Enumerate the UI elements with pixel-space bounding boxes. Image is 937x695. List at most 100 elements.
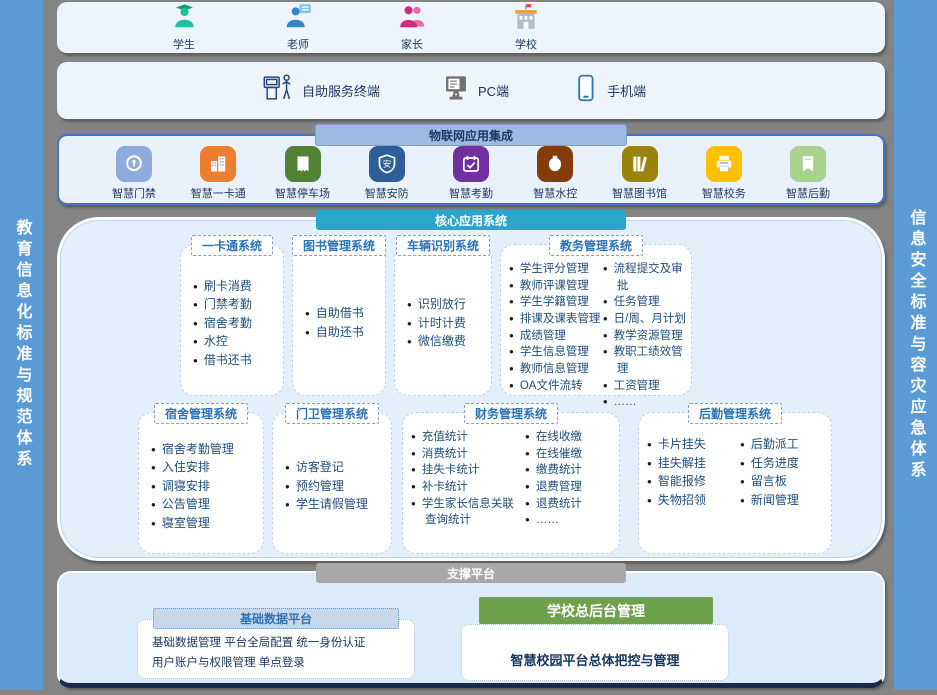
- iot-item-parking: 智慧停车场: [266, 146, 340, 201]
- system-card-title: 宿舍管理系统: [154, 403, 248, 424]
- printer-icon: [706, 146, 742, 182]
- system-card-title: 教务管理系统: [549, 235, 643, 256]
- list-item: 水控: [193, 332, 277, 351]
- user-role-label: 学校: [515, 36, 537, 52]
- list-item: 微信缴费: [407, 332, 485, 351]
- phone-icon: [571, 74, 599, 107]
- terminal-label: 手机端: [607, 81, 646, 100]
- iot-item-label: 智慧校务: [702, 185, 746, 201]
- list-item: 学生信息管理: [509, 344, 601, 361]
- list-item: 在线催缴: [525, 446, 613, 463]
- user-role-student: 学生: [153, 3, 215, 52]
- list-item: 工资管理: [603, 378, 689, 395]
- iot-item-label: 智慧停车场: [275, 185, 330, 201]
- list-item: OA文件流转: [509, 378, 601, 395]
- terminal-label: PC端: [478, 81, 509, 100]
- list-item: 自助还书: [305, 323, 379, 342]
- list-item: 计时计费: [407, 314, 485, 333]
- left-standard-label: 教育信息化标准与规范体系: [10, 219, 34, 471]
- system-item-list: 识别放行计时计费微信缴费: [407, 295, 485, 351]
- system-card-academic: 教务管理系统 学生评分管理教师评课管理学生学籍管理排课及课表管理成绩管理学生信息…: [500, 244, 692, 396]
- list-item: 退费统计: [525, 496, 613, 513]
- list-item: ……: [603, 394, 689, 411]
- user-roles-panel: 学生 老师: [57, 2, 885, 53]
- system-card-library: 图书管理系统 自助借书自助还书: [292, 244, 386, 396]
- user-role-label: 学生: [173, 36, 195, 52]
- list-item: 排课及课表管理: [509, 311, 601, 328]
- base-data-platform-lines: 基础数据管理 平台全局配置 统一身份认证用户账户与权限管理 单点登录: [138, 634, 414, 673]
- system-card-title: 车辆识别系统: [396, 235, 490, 256]
- list-item: 缴费统计: [525, 462, 613, 479]
- system-card-vehicle: 车辆识别系统 识别放行计时计费微信缴费: [394, 244, 492, 396]
- list-item: 门禁考勤: [193, 295, 277, 314]
- school-admin-body: 智慧校园平台总体把控与管理: [510, 636, 679, 669]
- iot-item-onecard: 智慧一卡通: [181, 146, 255, 201]
- user-role-label: 老师: [287, 36, 309, 52]
- list-item: 教师评课管理: [509, 278, 601, 295]
- kiosk-icon: [262, 73, 294, 108]
- iot-item-label: 智慧门禁: [112, 185, 156, 201]
- user-role-label: 家长: [401, 36, 423, 52]
- attendance-calendar-icon: [453, 146, 489, 182]
- user-role-teacher: 老师: [267, 3, 329, 52]
- list-item: 公告管理: [151, 495, 257, 514]
- iot-item-water: 智慧水控: [518, 146, 592, 201]
- list-item: 预约管理: [285, 477, 385, 496]
- list-item: 成绩管理: [509, 328, 601, 345]
- desktop-icon: [442, 74, 470, 107]
- base-data-platform-title: 基础数据平台: [153, 608, 399, 629]
- library-books-icon: [622, 146, 658, 182]
- iot-item-label: 智慧水控: [533, 185, 577, 201]
- left-standard-bar: 教育信息化标准与规范体系: [0, 0, 43, 690]
- iot-item-attendance: 智慧考勤: [434, 146, 508, 201]
- list-item: 卡片挂失: [647, 435, 738, 454]
- terminal-label: 自助服务终端: [302, 81, 380, 100]
- iot-item-security: 安 智慧安防: [350, 146, 424, 201]
- list-item: 学生学籍管理: [509, 294, 601, 311]
- list-item: 访客登记: [285, 458, 385, 477]
- iot-item-label: 智慧考勤: [449, 185, 493, 201]
- list-item: 教师信息管理: [509, 361, 601, 378]
- system-card-title: 后勤管理系统: [688, 403, 782, 424]
- right-standard-label: 信息安全标准与容灾应急体系: [904, 209, 928, 482]
- iot-item-label: 智慧后勤: [786, 185, 830, 201]
- list-item: 学生家长信息关联查询统计: [411, 496, 523, 529]
- list-item: 任务进度: [740, 454, 829, 473]
- system-card-title: 门卫管理系统: [285, 403, 379, 424]
- iot-integration-panel: 物联网应用集成 智慧门禁: [57, 134, 885, 205]
- list-item: 用户账户与权限管理 单点登录: [152, 654, 414, 674]
- school-icon: [511, 3, 541, 35]
- list-item: 在线收缴: [525, 429, 613, 446]
- student-icon: [171, 3, 198, 35]
- list-item: 补卡统计: [411, 479, 523, 496]
- system-item-list: 在线收缴在线催缴缴费统计退费管理退费统计……: [525, 429, 613, 547]
- list-item: 刷卡消费: [193, 277, 277, 296]
- iot-item-library: 智慧图书馆: [603, 146, 677, 201]
- list-item: 借书还书: [193, 351, 277, 370]
- iot-icon-row: 智慧门禁 智慧一卡通: [59, 146, 883, 201]
- terminals-panel: 自助服务终端 PC端: [57, 62, 885, 119]
- iot-item-label: 智慧一卡通: [191, 185, 246, 201]
- list-item: 后勤派工: [740, 435, 829, 454]
- list-item: 调寝安排: [151, 477, 257, 496]
- list-item: 基础数据管理 平台全局配置 统一身份认证: [152, 634, 414, 654]
- list-item: 失物招领: [647, 491, 738, 510]
- list-item: 挂失解挂: [647, 454, 738, 473]
- list-item: 自助借书: [305, 304, 379, 323]
- list-item: 挂失卡统计: [411, 462, 523, 479]
- list-item: 入住安排: [151, 458, 257, 477]
- onecard-icon: [200, 146, 236, 182]
- core-applications-panel: 核心应用系统 一卡通系统 刷卡消费门禁考勤宿舍考勤水控借书还书 图书管理系统 自…: [57, 217, 885, 561]
- list-item: 学生请假管理: [285, 495, 385, 514]
- school-admin-title: 学校总后台管理: [479, 597, 713, 624]
- iot-item-label: 智慧安防: [365, 185, 409, 201]
- list-item: 寝室管理: [151, 514, 257, 533]
- list-item: 流程提交及审批: [603, 261, 689, 294]
- list-item: 识别放行: [407, 295, 485, 314]
- system-item-list: 充值统计消费统计挂失卡统计补卡统计学生家长信息关联查询统计: [411, 429, 523, 547]
- system-item-list: 自助借书自助还书: [305, 304, 379, 341]
- list-item: 学生评分管理: [509, 261, 601, 278]
- door-access-icon: [116, 146, 152, 182]
- system-item-list: 访客登记预约管理学生请假管理: [285, 458, 385, 514]
- list-item: 充值统计: [411, 429, 523, 446]
